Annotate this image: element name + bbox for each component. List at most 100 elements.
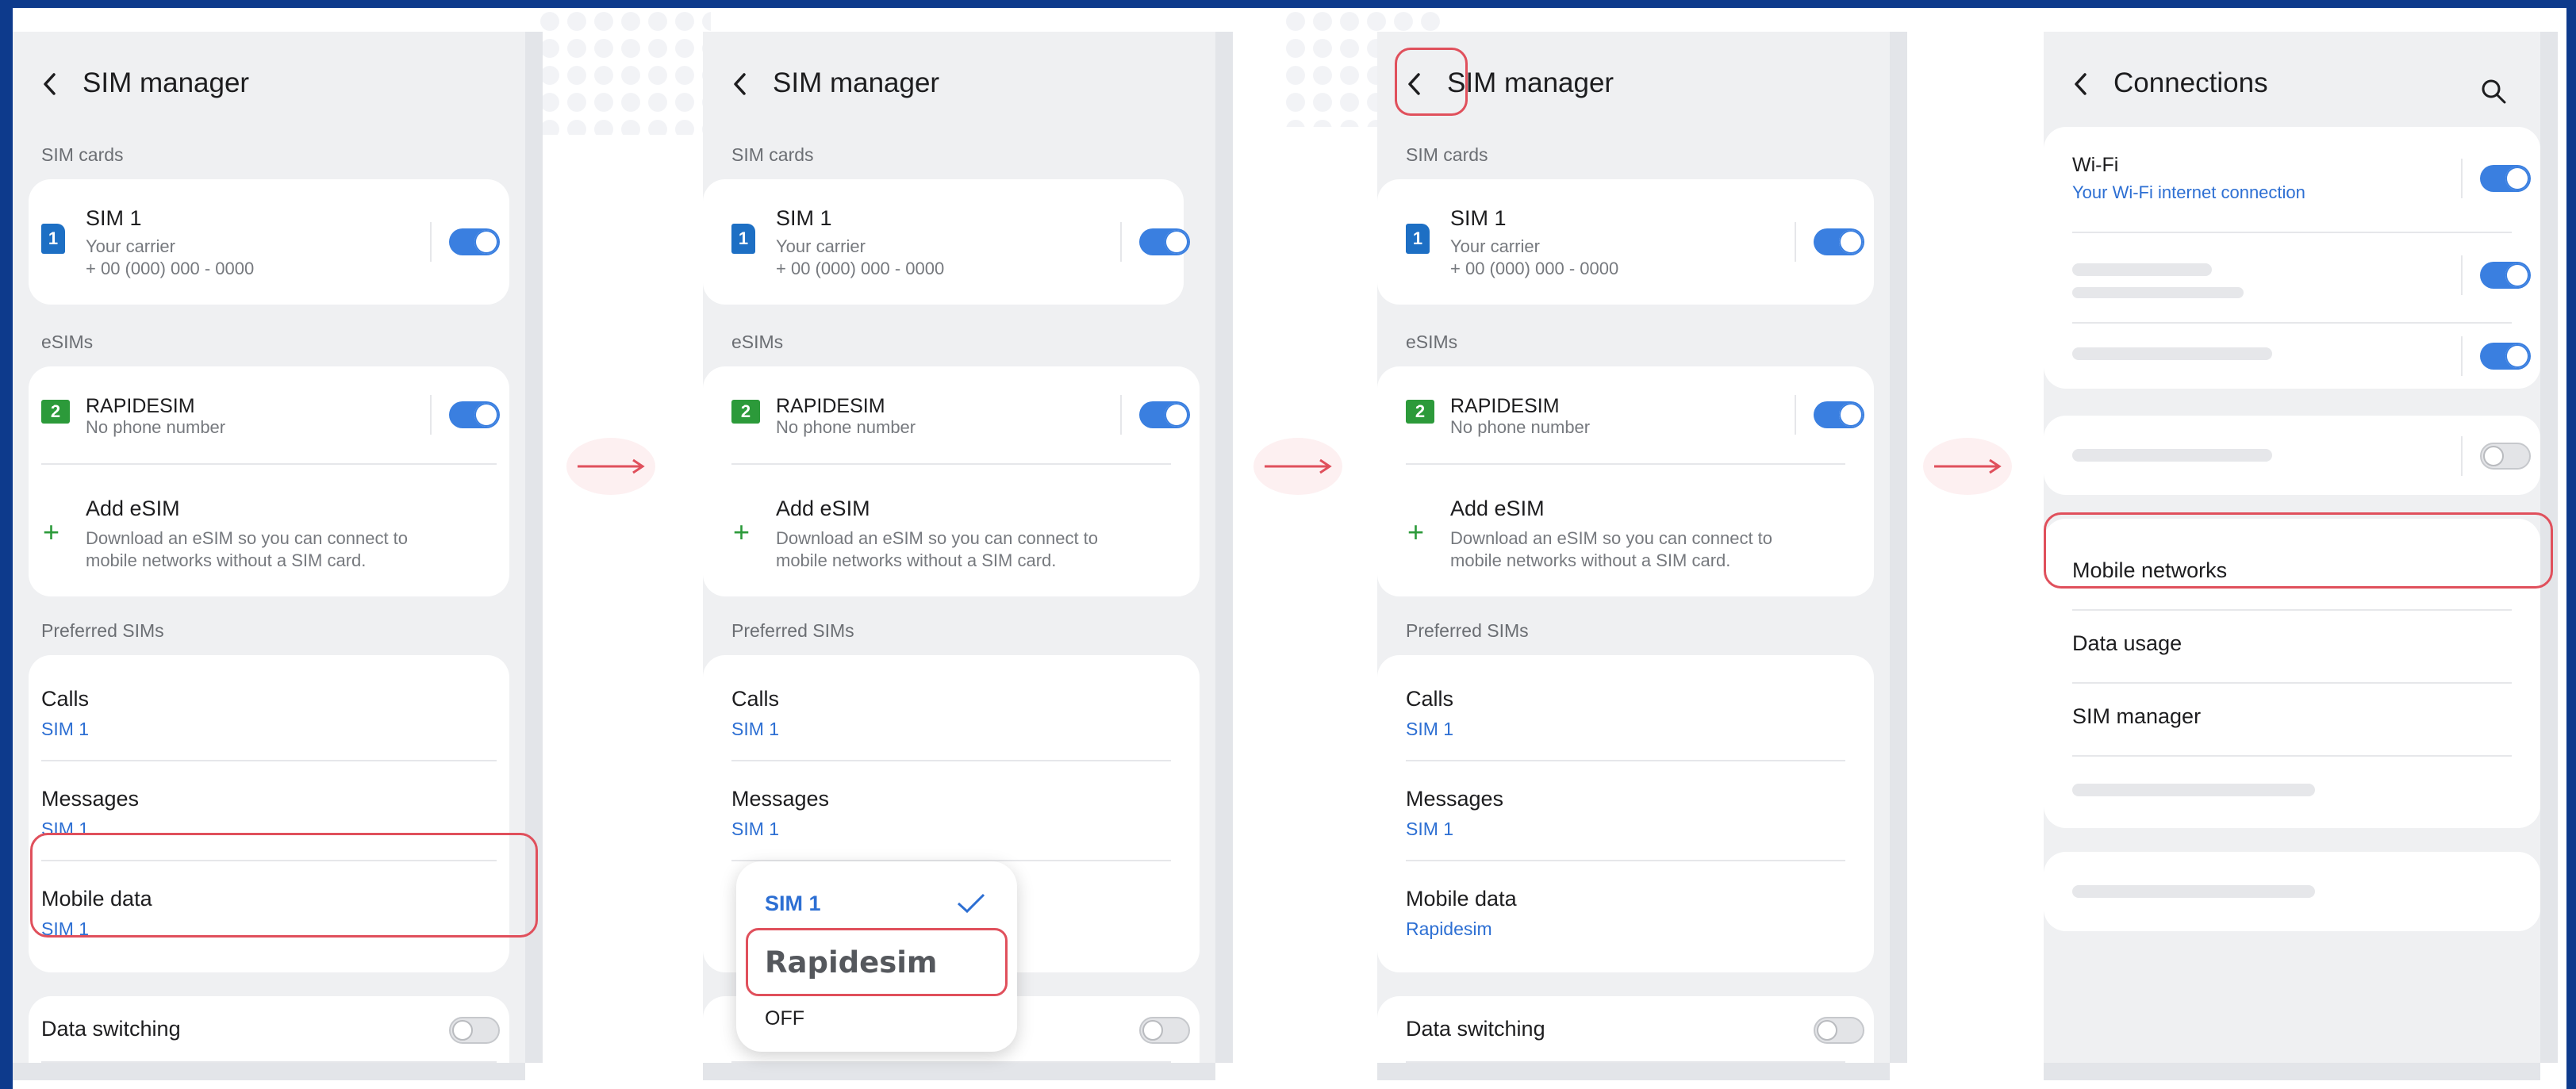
add-esim-title[interactable]: Add eSIM [1450,497,1545,521]
data-switching-toggle[interactable] [1139,1017,1190,1044]
sim1-toggle[interactable] [1814,228,1864,255]
esim-icon: 2 [1406,400,1434,424]
sim-card-item[interactable]: 1 SIM 1 Your carrier + 00 (000) 000 - 00… [29,179,509,305]
highlight-mobile-data [30,833,538,938]
divider [2461,159,2463,198]
sim-name: SIM 1 [776,206,832,230]
sim-manager-item[interactable]: SIM manager [2072,704,2201,729]
mobile-data-value: Rapidesim [1406,918,1492,939]
wifi-label[interactable]: Wi-Fi [2072,154,2118,177]
esim-subtitle: No phone number [86,417,226,437]
calls-value: SIM 1 [731,719,780,739]
esim-toggle[interactable] [1139,401,1190,428]
esim-card: 2 RAPIDESIM No phone number + Add eSIM D… [703,366,1200,596]
search-icon[interactable] [2480,78,2507,105]
messages-value: SIM 1 [1406,819,1454,839]
sim-number: + 00 (000) 000 - 0000 [86,259,255,278]
check-icon [957,893,985,914]
esim-name: RAPIDESIM [776,395,885,417]
section-label-esims: eSIMs [1406,332,1458,352]
plus-icon: + [1407,516,1425,548]
sim-carrier: Your carrier [1450,236,1540,256]
calls-label[interactable]: Calls [1406,687,1453,711]
back-arrow-icon[interactable] [731,67,755,99]
add-esim-desc-line2: mobile networks without a SIM card. [776,550,1057,570]
divider [731,463,1171,465]
page-title: SIM manager [1447,67,1614,98]
plus-icon: + [733,516,751,548]
back-arrow-icon[interactable] [2072,67,2096,99]
connections-toggle-card [2044,416,2540,495]
wifi-toggle[interactable] [2480,165,2531,192]
mobile-data-label[interactable]: Mobile data [1406,887,1517,911]
divider [41,760,497,761]
arrow-right-icon [1923,438,2012,495]
highlight-mobile-networks [2044,512,2553,589]
section-label-sim-cards: SIM cards [731,144,814,165]
divider [2072,322,2512,324]
divider [1795,395,1796,435]
divider [2072,232,2512,233]
phone-screen-sim-manager-2: SIM manager SIM cards 1 SIM 1 Your carri… [703,32,1233,1080]
esim-toggle[interactable] [449,401,500,428]
esim-name: RAPIDESIM [1450,395,1560,417]
data-switching-label[interactable]: Data switching [1406,1017,1545,1041]
add-esim-title[interactable]: Add eSIM [776,497,870,521]
page-title: SIM manager [83,67,250,98]
add-esim-title[interactable]: Add eSIM [86,497,180,521]
divider [1120,222,1122,262]
data-switching-toggle[interactable] [1814,1017,1864,1044]
placeholder-bar [2072,784,2315,796]
arrow-right-icon [566,438,655,495]
messages-label[interactable]: Messages [41,787,139,811]
esim-toggle[interactable] [1814,401,1864,428]
popup-option-rapidesim[interactable]: Rapidesim [765,945,937,980]
esim-subtitle: No phone number [776,417,916,437]
section-label-preferred: Preferred SIMs [731,620,854,641]
calls-label[interactable]: Calls [41,687,89,711]
section-label-esims: eSIMs [731,332,784,352]
section-label-sim-cards: SIM cards [1406,144,1488,165]
popup-option-off[interactable]: OFF [765,1007,804,1030]
messages-label[interactable]: Messages [1406,787,1503,811]
sim-carrier: Your carrier [776,236,866,256]
data-usage-item[interactable]: Data usage [2072,631,2182,656]
sim-card-item[interactable]: 1 SIM 1 Your carrier + 00 (000) 000 - 00… [1377,179,1874,305]
wifi-subtitle: Your Wi-Fi internet connection [2072,182,2305,202]
esim-subtitle: No phone number [1450,417,1591,437]
section-label-preferred: Preferred SIMs [41,620,164,641]
popup-option-sim1[interactable]: SIM 1 [765,892,821,916]
mobile-data-sim-popup: SIM 1 Rapidesim OFF [736,861,1017,1052]
page-title: Connections [2113,67,2268,98]
section-label-preferred: Preferred SIMs [1406,620,1529,641]
header: SIM manager [41,63,249,103]
esim-name: RAPIDESIM [86,395,195,417]
placeholder-toggle[interactable] [2480,443,2531,470]
divider [1406,860,1845,861]
placeholder-toggle[interactable] [2480,343,2531,370]
data-switching-label[interactable]: Data switching [41,1017,181,1041]
sim-carrier: Your carrier [86,236,175,256]
esim-card: 2 RAPIDESIM No phone number + Add eSIM D… [29,366,509,596]
sim1-toggle[interactable] [1139,228,1190,255]
section-label-sim-cards: SIM cards [41,144,124,165]
esim-icon: 2 [731,400,760,424]
sim-card-item[interactable]: 1 SIM 1 Your carrier + 00 (000) 000 - 00… [703,179,1190,305]
messages-value: SIM 1 [731,819,780,839]
placeholder-toggle[interactable] [2480,262,2531,289]
divider [41,463,497,465]
add-esim-desc-line1: Download an eSIM so you can connect to [776,528,1099,548]
back-arrow-icon[interactable] [41,67,65,99]
plus-icon: + [43,516,60,548]
sim-name: SIM 1 [1450,206,1507,230]
preferred-sims-card: Calls SIM 1 Messages SIM 1 Mobile data R… [1377,655,1874,972]
data-switching-toggle[interactable] [449,1017,500,1044]
divider [1120,395,1122,435]
calls-label[interactable]: Calls [731,687,779,711]
add-esim-desc-line1: Download an eSIM so you can connect to [1450,528,1773,548]
messages-label[interactable]: Messages [731,787,829,811]
sim-card-icon: 1 [731,224,755,254]
divider [1406,1061,1845,1063]
sim1-toggle[interactable] [449,228,500,255]
divider [1406,463,1845,465]
